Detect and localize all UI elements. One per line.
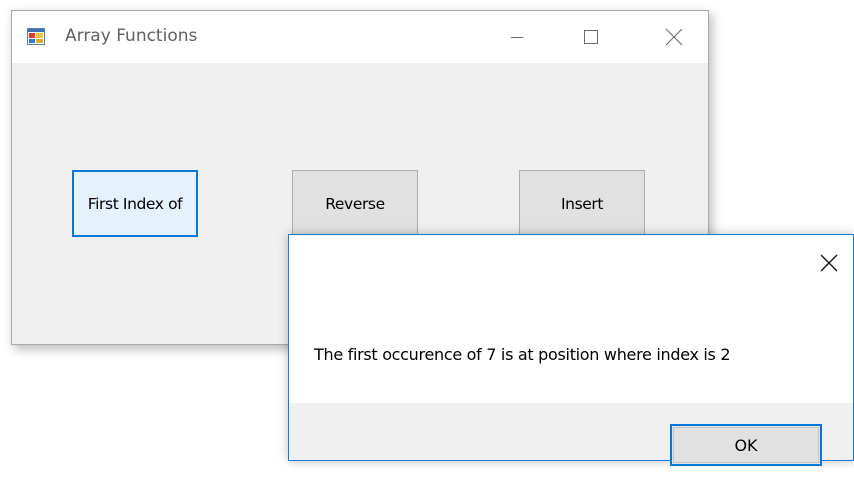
close-icon [665,28,683,46]
first-index-of-button[interactable]: First Index of [72,170,198,237]
close-icon [820,254,838,272]
message-box-close-button[interactable] [808,243,850,283]
minimize-icon [511,37,523,38]
ok-button[interactable]: OK [670,424,822,466]
title-bar[interactable]: Array Functions [12,11,708,63]
reverse-button[interactable]: Reverse [292,170,418,237]
message-box-footer: OK [289,403,853,466]
maximize-icon [584,30,598,44]
close-button[interactable] [646,11,702,63]
window-title: Array Functions [65,26,198,46]
windows-forms-app-icon [27,28,45,45]
ok-button-label: OK [734,435,758,455]
message-box-dialog: The first occurence of 7 is at position … [288,234,854,466]
maximize-button[interactable] [563,11,619,63]
message-text: The first occurence of 7 is at position … [314,345,731,364]
insert-button[interactable]: Insert [519,170,645,237]
minimize-button[interactable] [489,11,545,63]
